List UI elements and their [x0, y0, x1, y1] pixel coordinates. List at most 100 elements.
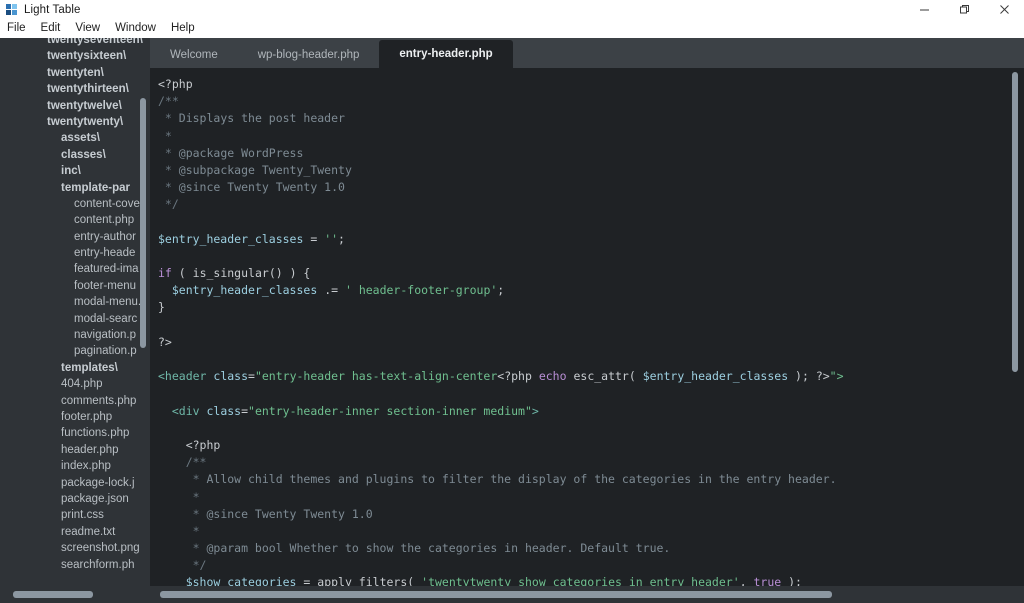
- tree-folder-8[interactable]: inc\: [0, 163, 150, 179]
- menu-item-view[interactable]: View: [75, 22, 109, 34]
- code-token: ' header-footer-group': [345, 283, 497, 297]
- code-line: * @subpackage Twenty_Twenty: [158, 162, 1024, 179]
- code-token: class: [206, 404, 241, 418]
- code-content[interactable]: <?php /** * Displays the post header * * …: [158, 76, 1024, 603]
- tree-file-17[interactable]: modal-searc: [0, 311, 150, 327]
- sidebar-horizontal-scrollbar[interactable]: [13, 591, 93, 598]
- code-token: */: [158, 197, 179, 211]
- code-line: [158, 248, 1024, 265]
- code-token: <?php: [158, 77, 193, 91]
- code-token: is_singular: [193, 266, 269, 280]
- tree-file-25[interactable]: header.php: [0, 442, 150, 458]
- code-line: /**: [158, 93, 1024, 110]
- code-line: * @package WordPress: [158, 145, 1024, 162]
- code-token: () ) {: [269, 266, 311, 280]
- tree-folder-3[interactable]: twentythirteen\: [0, 81, 150, 97]
- tree-folder-20[interactable]: templates\: [0, 360, 150, 376]
- sidebar-horizontal-scrollbar-track[interactable]: [0, 585, 150, 603]
- code-token: @since Twenty Twenty 1.0: [179, 180, 345, 194]
- menu-bar: File Edit View Window Help: [0, 19, 1024, 38]
- tree-folder-4[interactable]: twentytwelve\: [0, 98, 150, 114]
- tree-file-23[interactable]: footer.php: [0, 409, 150, 425]
- code-editor[interactable]: <?php /** * Displays the post header * * …: [150, 68, 1024, 603]
- tree-file-30[interactable]: readme.txt: [0, 524, 150, 540]
- editor-vertical-scrollbar[interactable]: [1012, 72, 1018, 372]
- tree-file-13[interactable]: entry-heade: [0, 245, 150, 261]
- window-controls: [904, 0, 1024, 19]
- tree-file-12[interactable]: entry-author: [0, 229, 150, 245]
- tab-welcome[interactable]: Welcome: [150, 42, 238, 68]
- tree-file-27[interactable]: package-lock.j: [0, 475, 150, 491]
- tree-folder-6[interactable]: assets\: [0, 130, 150, 146]
- code-line: *: [158, 489, 1024, 506]
- tree-file-16[interactable]: modal-menu.: [0, 294, 150, 310]
- tree-file-24[interactable]: functions.php: [0, 425, 150, 441]
- code-line: [158, 420, 1024, 437]
- tree-folder-9[interactable]: template-par: [0, 180, 150, 196]
- code-line: */: [158, 196, 1024, 213]
- menu-item-help[interactable]: Help: [171, 22, 204, 34]
- code-line: <div class="entry-header-inner section-i…: [158, 403, 1024, 420]
- file-tree-sidebar[interactable]: twentyseventeen\twentysixteen\twentyten\…: [0, 38, 150, 603]
- tree-file-21[interactable]: 404.php: [0, 376, 150, 392]
- tree-folder-0[interactable]: twentyseventeen\: [0, 38, 150, 48]
- code-line: *: [158, 523, 1024, 540]
- tree-file-15[interactable]: footer-menu: [0, 278, 150, 294]
- code-token: *: [158, 111, 179, 125]
- code-line: [158, 317, 1024, 334]
- tree-file-32[interactable]: searchform.ph: [0, 557, 150, 573]
- code-line: [158, 214, 1024, 231]
- code-token: ">: [830, 369, 844, 383]
- code-line: *: [158, 128, 1024, 145]
- close-icon[interactable]: [984, 0, 1024, 19]
- tree-folder-5[interactable]: twentytwenty\: [0, 114, 150, 130]
- app-icon: [6, 4, 18, 16]
- code-token: */: [158, 558, 206, 572]
- tree-file-10[interactable]: content-cove: [0, 196, 150, 212]
- code-token: =: [303, 232, 324, 246]
- code-token: @subpackage Twenty_Twenty: [179, 163, 352, 177]
- tree-folder-1[interactable]: twentysixteen\: [0, 48, 150, 64]
- code-token: esc_attr: [573, 369, 628, 383]
- tree-file-26[interactable]: index.php: [0, 458, 150, 474]
- code-token: .=: [317, 283, 345, 297]
- code-line: [158, 385, 1024, 402]
- tree-file-28[interactable]: package.json: [0, 491, 150, 507]
- tree-file-14[interactable]: featured-ima: [0, 261, 150, 277]
- sidebar-vertical-scrollbar[interactable]: [140, 98, 146, 348]
- code-line: /**: [158, 454, 1024, 471]
- code-line: <header class="entry-header has-text-ali…: [158, 368, 1024, 385]
- minimize-icon[interactable]: [904, 0, 944, 19]
- code-token: *: [158, 507, 206, 521]
- code-token: Displays the post header: [179, 111, 345, 125]
- editor-horizontal-scrollbar-track[interactable]: [150, 586, 1024, 603]
- tree-folder-2[interactable]: twentyten\: [0, 65, 150, 81]
- tree-file-31[interactable]: screenshot.png: [0, 540, 150, 556]
- code-token: =: [248, 369, 255, 383]
- code-token: @param bool Whether to show the categori…: [206, 541, 670, 555]
- code-token: class: [213, 369, 248, 383]
- tree-file-22[interactable]: comments.php: [0, 393, 150, 409]
- menu-item-file[interactable]: File: [7, 22, 35, 34]
- menu-item-window[interactable]: Window: [115, 22, 165, 34]
- file-tree: twentyseventeen\twentysixteen\twentyten\…: [0, 38, 150, 573]
- code-token: /**: [158, 455, 206, 469]
- tree-file-19[interactable]: pagination.p: [0, 343, 150, 359]
- code-token: @since Twenty Twenty 1.0: [206, 507, 372, 521]
- editor-horizontal-scrollbar[interactable]: [160, 591, 832, 598]
- tree-file-29[interactable]: print.css: [0, 507, 150, 523]
- menu-item-edit[interactable]: Edit: [41, 22, 70, 34]
- code-line: ?>: [158, 334, 1024, 351]
- tab-entry-header-php[interactable]: entry-header.php: [379, 40, 512, 68]
- tree-file-18[interactable]: navigation.p: [0, 327, 150, 343]
- code-token: <?php: [497, 369, 539, 383]
- window-title: Light Table: [24, 4, 81, 16]
- title-bar: Light Table: [0, 0, 1024, 19]
- tree-file-11[interactable]: content.php: [0, 212, 150, 228]
- tab-wp-blog-header-php[interactable]: wp-blog-header.php: [238, 42, 380, 68]
- tree-folder-7[interactable]: classes\: [0, 147, 150, 163]
- code-line: <?php: [158, 76, 1024, 93]
- code-token: }: [158, 300, 165, 314]
- code-line: */: [158, 557, 1024, 574]
- maximize-icon[interactable]: [944, 0, 984, 19]
